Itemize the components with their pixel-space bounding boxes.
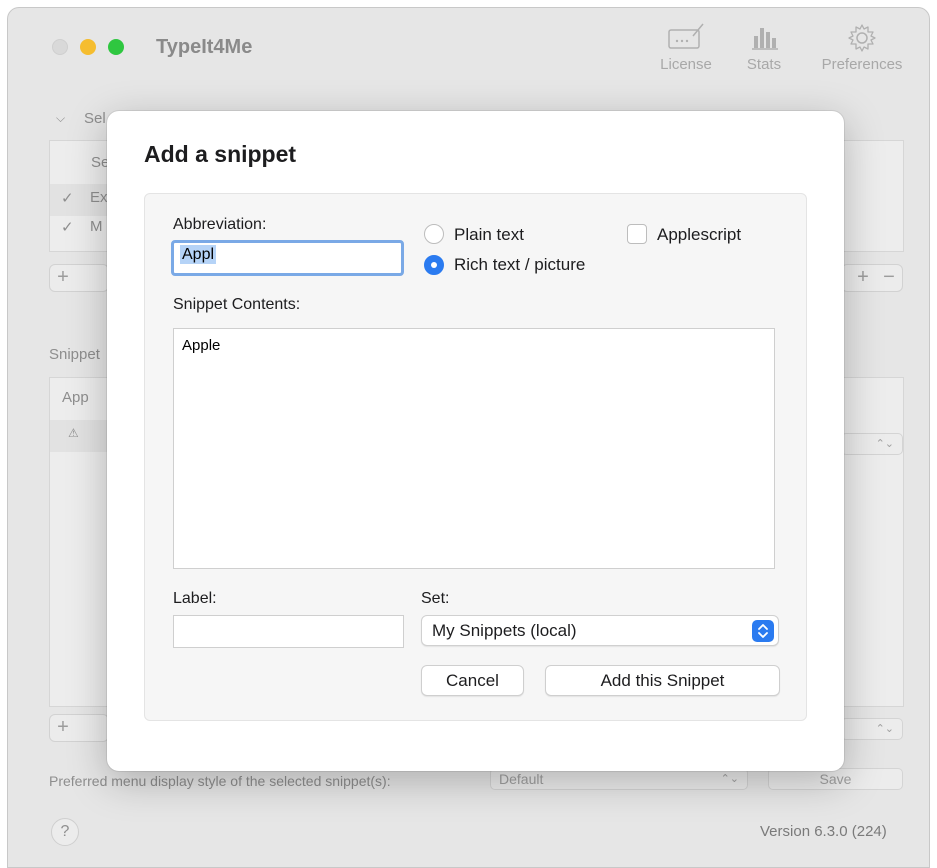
menu-style-value: Default [499, 771, 544, 787]
app-icon: ⚠ [68, 426, 79, 440]
label-field-label: Label: [173, 590, 217, 607]
applescript-checkbox[interactable] [627, 224, 647, 244]
set-checkbox-icon[interactable]: ✓ [61, 189, 74, 207]
toolbar-stats-label: Stats [746, 56, 782, 73]
plain-text-label: Plain text [454, 225, 524, 244]
abbreviation-label: Abbreviation: [173, 216, 267, 233]
set-popup[interactable]: My Snippets (local) [421, 615, 779, 646]
bar-chart-icon [724, 22, 804, 56]
minimize-window-button[interactable] [80, 39, 96, 55]
snippets-column-header: App [62, 389, 89, 406]
gear-icon [812, 22, 912, 56]
menu-style-label: Preferred menu display style of the sele… [49, 773, 391, 789]
remove-icon[interactable]: − [876, 265, 902, 289]
sets-add-remove-control[interactable]: + [49, 264, 109, 292]
app-title: TypeIt4Me [156, 36, 253, 58]
toolbar-stats-button[interactable]: Stats [724, 22, 804, 82]
rich-text-label: Rich text / picture [454, 255, 586, 274]
sets-section-header: Sel [84, 110, 106, 127]
add-icon[interactable]: + [50, 265, 76, 289]
snippets-add-remove-control[interactable]: + [49, 714, 109, 742]
titlebar: TypeIt4Me License Stats Preferences [8, 8, 929, 92]
set-row-label: Ex [90, 189, 108, 206]
popup-stepper-icon [752, 620, 774, 642]
add-snippet-button[interactable]: Add this Snippet [545, 665, 780, 696]
set-row-label: M [90, 218, 103, 235]
menu-style-popup[interactable]: Default ⌃⌄ [490, 768, 748, 790]
abbreviation-input[interactable]: Appl [171, 240, 404, 276]
add-icon[interactable]: + [850, 265, 876, 289]
snippet-app-popup[interactable]: ⌃⌄ [841, 433, 903, 455]
snippets-section-label: Snippet [49, 346, 100, 363]
stepper-arrows-icon: ⌃⌄ [720, 773, 739, 785]
label-input[interactable] [173, 615, 404, 648]
rich-text-radio[interactable] [424, 255, 444, 275]
toolbar-license-button[interactable]: License [646, 22, 726, 82]
toolbar-preferences-button[interactable]: Preferences [812, 22, 912, 82]
zoom-window-button[interactable] [108, 39, 124, 55]
toolbar-preferences-label: Preferences [821, 56, 903, 73]
dialog-title: Add a snippet [144, 141, 297, 167]
cancel-button[interactable]: Cancel [421, 665, 524, 696]
snippet-contents-textarea[interactable]: Apple [173, 328, 775, 569]
snippets-add-remove-control-right[interactable]: + − [841, 264, 903, 292]
plain-text-radio[interactable] [424, 224, 444, 244]
stepper-arrows-icon: ⌃⌄ [875, 438, 894, 450]
help-button[interactable]: ? [51, 818, 79, 846]
add-snippet-sheet: Add a snippet Abbreviation: Appl Plain t… [107, 111, 844, 771]
set-popup-value: My Snippets (local) [432, 621, 577, 640]
abbreviation-value: Appl [180, 245, 217, 264]
close-window-button[interactable] [52, 39, 68, 55]
toolbar-license-label: License [660, 56, 712, 73]
save-button[interactable]: Save [768, 768, 903, 790]
stepper-arrows-icon: ⌃⌄ [875, 723, 894, 735]
snippet-contents-label: Snippet Contents: [173, 296, 301, 313]
applescript-label: Applescript [657, 225, 742, 244]
snippet-popup-bottom[interactable]: ⌃⌄ [841, 718, 903, 740]
set-checkbox-icon[interactable]: ✓ [61, 218, 74, 236]
version-label: Version 6.3.0 (224) [760, 823, 887, 840]
add-icon[interactable]: + [50, 715, 76, 739]
set-label: Set: [421, 590, 450, 607]
license-icon [646, 22, 726, 56]
dialog-content-box: Abbreviation: Appl Plain text Rich text … [144, 193, 807, 721]
disclosure-chevron-icon[interactable]: ⌵ [56, 111, 65, 126]
